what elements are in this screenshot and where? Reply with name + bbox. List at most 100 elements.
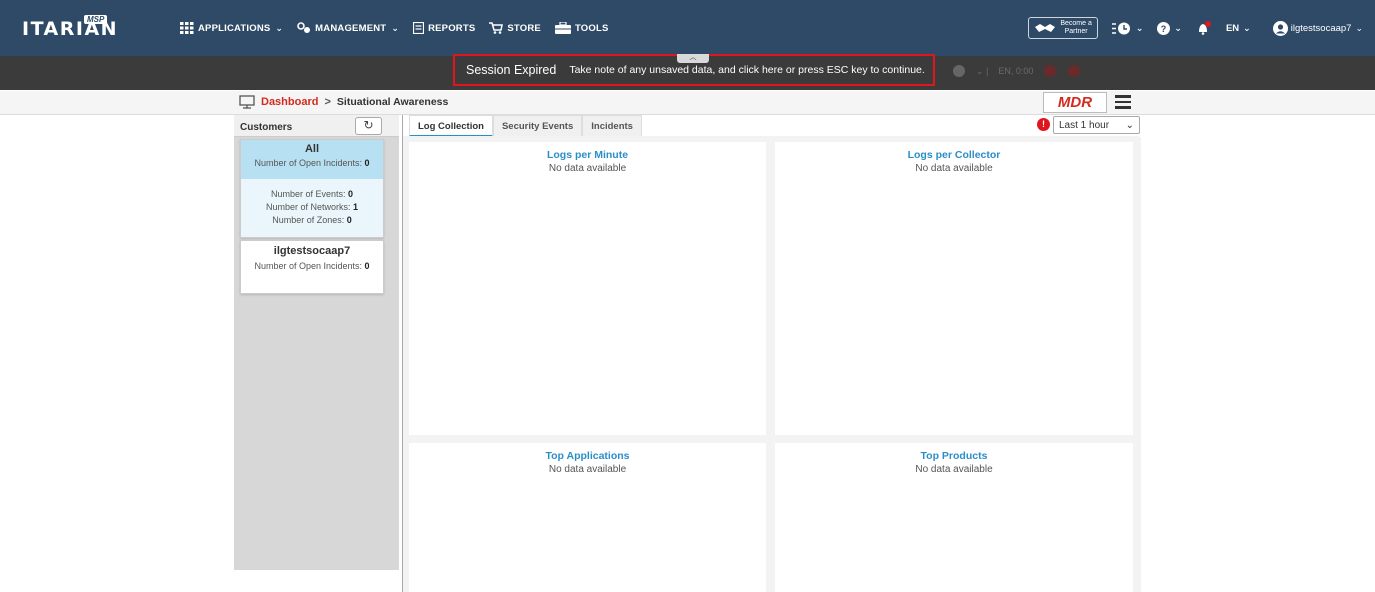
faded-chevron: ⌄ | — [976, 65, 989, 76]
zones-line: Number of Zones: 0 — [241, 214, 383, 227]
time-range-value: Last 1 hour — [1059, 119, 1110, 131]
partner-line1: Become a — [1060, 20, 1092, 27]
breadcrumb-current: Situational Awareness — [336, 96, 449, 108]
events-line: Number of Events: 0 — [241, 188, 383, 201]
session-title: Session Expired — [466, 63, 557, 77]
refresh-icon: ↻ — [363, 118, 374, 132]
handshake-icon — [1035, 24, 1056, 32]
widget-top-applications: Top Applications No data available — [409, 443, 766, 592]
itarian-logo[interactable]: ITARIAN MSP — [22, 15, 118, 40]
menu-reports-label: REPORTS — [428, 22, 476, 34]
customer-card-header: All Number of Open Incidents: 0 — [241, 140, 383, 179]
toolbox-icon — [554, 22, 571, 34]
chevron-down-icon: ⌄ — [391, 22, 400, 33]
tab-incidents[interactable]: Incidents — [582, 115, 642, 137]
open-incidents-line: Number of Open Incidents: 0 — [241, 157, 383, 170]
partner-text: Become a Partner — [1060, 20, 1092, 36]
notifications-button[interactable] — [1196, 21, 1212, 35]
report-icon — [413, 22, 425, 34]
widget-status: No data available — [548, 163, 627, 174]
widget-status: No data available — [915, 464, 993, 475]
networks-label: Number of Networks: — [265, 202, 351, 212]
username: ilgtestsocaap7 — [1290, 22, 1352, 34]
menu-applications[interactable]: APPLICATIONS ⌄ — [180, 22, 283, 34]
session-message: Take note of any unsaved data, and click… — [569, 64, 925, 76]
customer-name: ilgtestsocaap7 — [273, 245, 351, 257]
customer-card-user[interactable]: ilgtestsocaap7 Number of Open Incidents:… — [240, 240, 384, 294]
open-incidents-value: 0 — [364, 158, 370, 168]
networks-value: 1 — [353, 202, 359, 212]
widget-title: Top Applications — [545, 450, 630, 462]
time-range-select[interactable]: Last 1 hour ⌄ — [1053, 116, 1140, 134]
customer-card-all[interactable]: All Number of Open Incidents: 0 Number o… — [240, 139, 384, 238]
tab-security-events[interactable]: Security Events — [492, 115, 583, 137]
user-menu[interactable]: ilgtestsocaap7 ⌄ — [1272, 20, 1363, 36]
partner-line2: Partner — [1064, 28, 1088, 35]
chevron-down-icon: ⌄ — [1135, 22, 1144, 33]
menu-reports[interactable]: REPORTS — [413, 22, 475, 34]
main-menu: APPLICATIONS ⌄ MANAGEMENT ⌄ REPORTS STOR… — [180, 22, 609, 34]
breadcrumb-separator: > — [324, 96, 331, 108]
language-label: EN — [1225, 22, 1240, 34]
networks-line: Number of Networks: 1 — [241, 201, 383, 214]
grid-icon — [180, 22, 194, 34]
widget-title: Logs per Collector — [907, 149, 1001, 161]
chevron-down-icon: ⌄ — [1355, 22, 1363, 33]
list-clock-icon — [1111, 22, 1130, 34]
open-incidents-label: Number of Open Incidents: — [254, 158, 363, 168]
widget-title: Logs per Minute — [546, 149, 629, 161]
menu-store-label: STORE — [507, 22, 541, 34]
widget-logs-per-minute: Logs per Minute No data available — [409, 142, 766, 435]
tab-log-collection[interactable]: Log Collection — [409, 115, 493, 137]
menu-tools-label: TOOLS — [574, 22, 609, 34]
help-menu[interactable]: ? ⌄ — [1157, 21, 1182, 35]
customers-title: Customers — [240, 122, 293, 133]
zones-value: 0 — [346, 215, 352, 225]
widget-title: Top Products — [920, 450, 988, 462]
open-incidents-label: Number of Open Incidents: — [254, 261, 363, 271]
faded-toolbar: ⌄ | EN, 0:00 — [952, 64, 1081, 78]
events-value: 0 — [348, 189, 354, 199]
alert-icon[interactable]: ! — [1037, 118, 1050, 131]
top-navbar: ITARIAN MSP APPLICATIONS ⌄ MANAGEMENT ⌄ — [0, 0, 1375, 56]
chevron-down-icon: ⌄ — [1243, 22, 1251, 33]
refresh-button[interactable]: ↻ — [355, 117, 382, 135]
zones-label: Number of Zones: — [272, 215, 345, 225]
collapse-chevron-up-icon[interactable]: ︿ — [677, 54, 709, 63]
breadcrumb: Dashboard > Situational Awareness — [239, 95, 448, 109]
events-label: Number of Events: — [270, 189, 346, 199]
user-avatar-icon — [1272, 20, 1288, 36]
faded-lang: EN, 0:00 — [998, 66, 1034, 76]
open-incidents-value: 0 — [364, 261, 370, 271]
chevron-down-icon: ⌄ — [275, 22, 284, 33]
help-icon: ? — [1157, 21, 1171, 35]
widget-status: No data available — [548, 464, 627, 475]
headset-icon — [953, 65, 965, 77]
widget-top-products: Top Products No data available — [775, 443, 1133, 592]
faded-power-icon — [1068, 65, 1081, 77]
msp-badge: MSP — [84, 15, 108, 24]
faded-alert-icon — [1044, 65, 1057, 77]
open-incidents-line: Number of Open Incidents: 0 — [241, 260, 383, 273]
gears-icon — [297, 22, 311, 33]
menu-store[interactable]: STORE — [489, 22, 541, 34]
language-select[interactable]: EN ⌄ — [1226, 23, 1251, 34]
become-partner-button[interactable]: Become a Partner — [1028, 17, 1098, 39]
right-nav: Become a Partner ⌄ ? ⌄ EN ⌄ ilgtestsocaa… — [1028, 17, 1363, 39]
hamburger-menu-icon[interactable] — [1115, 95, 1131, 112]
cart-icon — [489, 22, 504, 34]
customer-details: Number of Events: 0 Number of Networks: … — [241, 179, 383, 227]
chevron-down-icon: ⌄ — [1174, 22, 1182, 33]
breadcrumb-dashboard-link[interactable]: Dashboard — [261, 96, 318, 108]
activity-menu[interactable]: ⌄ — [1111, 22, 1144, 35]
menu-applications-label: APPLICATIONS — [198, 22, 271, 34]
menu-management-label: MANAGEMENT — [315, 22, 387, 34]
tab-bar: Log Collection Security Events Incidents — [409, 115, 642, 137]
mdr-button[interactable]: MDR — [1043, 92, 1107, 113]
menu-management[interactable]: MANAGEMENT ⌄ — [297, 22, 399, 34]
bell-icon — [1198, 21, 1211, 35]
breadcrumb-bar — [0, 91, 1375, 115]
chevron-down-icon: ⌄ — [1125, 119, 1134, 131]
svg-text:?: ? — [1161, 24, 1167, 34]
menu-tools[interactable]: TOOLS — [554, 22, 609, 34]
